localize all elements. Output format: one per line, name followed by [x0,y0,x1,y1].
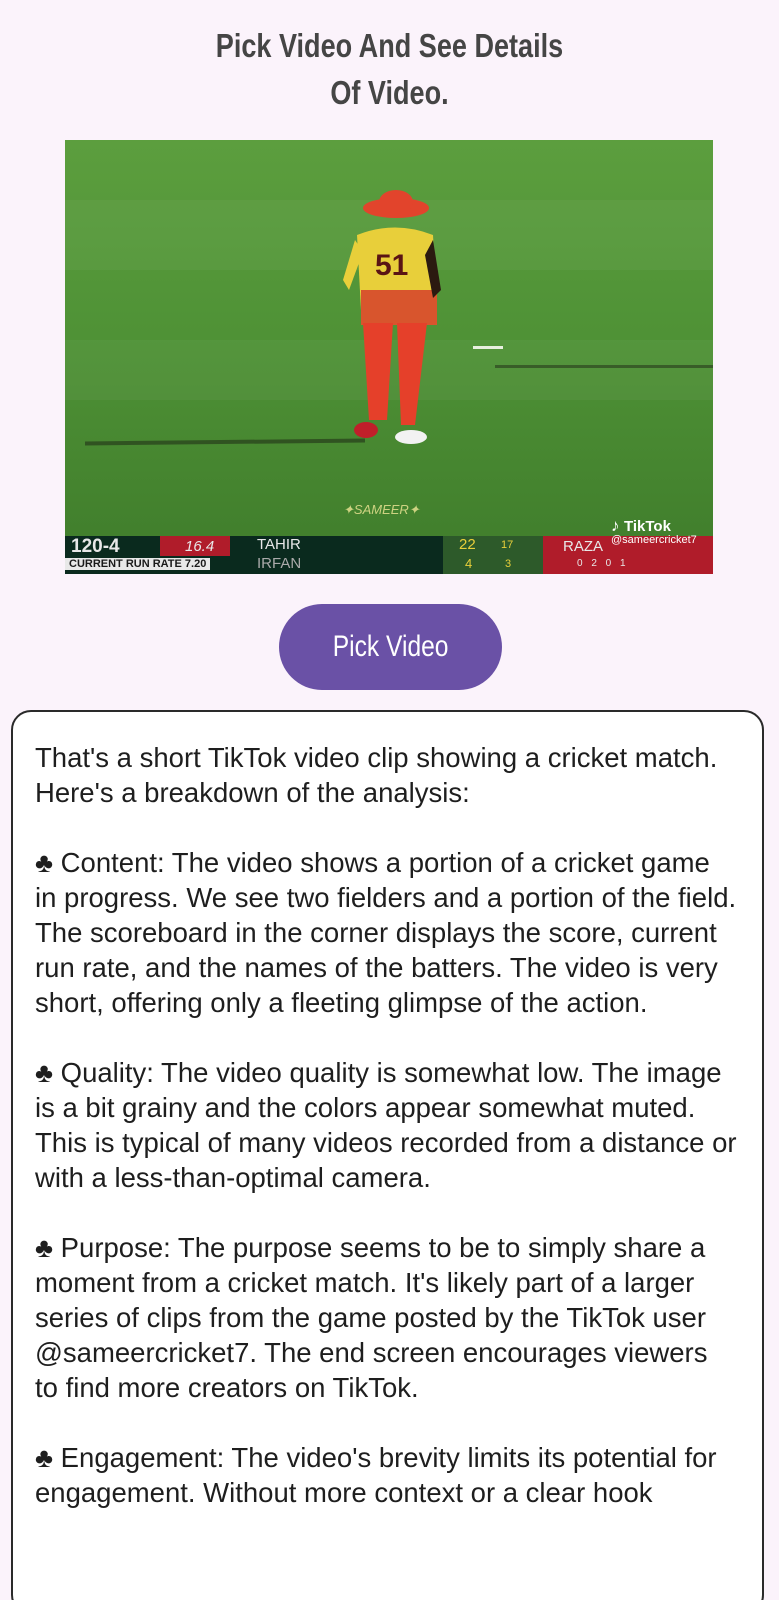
app-screen: Pick Video And See Details Of Video. 51 … [0,0,779,1600]
scoreboard-run-rate: CURRENT RUN RATE 7.20 [65,558,211,570]
scoreboard-batter-2: IRFAN [257,555,302,572]
tiktok-logo-icon: ♪ [611,516,620,535]
video-watermark: ✦SAMEER✦ [343,502,420,517]
scoreboard-batter-1: TAHIR [257,536,301,553]
player-number: 51 [375,249,408,282]
video-analysis-text: That's a short TikTok video clip showing… [35,742,737,1508]
scoreboard-score: 120-4 [71,536,120,557]
tiktok-handle: @sameercricket7 [611,534,697,546]
title-line-2: Of Video. [330,74,449,111]
scoreboard-overs: 16.4 [185,538,215,555]
scoreboard-balls-2: 3 [505,558,512,570]
scoreboard-balls-1: 17 [501,539,514,551]
title-line-1: Pick Video And See Details [215,27,564,64]
scoreboard-bowler-figures: 0 2 0 1 [577,558,629,569]
scoreboard-bowler: RAZA [563,538,604,555]
scoreboard-runs-2: 4 [465,556,473,571]
scoreboard-stats-bg [443,536,543,574]
video-analysis-panel[interactable]: That's a short TikTok video clip showing… [11,710,764,1600]
tiktok-label: TikTok [623,518,671,535]
pick-video-label: Pick Video [332,630,449,663]
tiktok-watermark: ♪ TikTok @sameercricket7 [611,516,697,546]
video-thumbnail: 51 ✦SAMEER✦ 120-4 16.4 CURRENT RUN RATE … [65,140,713,574]
scoreboard-runs-1: 22 [459,536,476,553]
page-title: Pick Video And See Details Of Video. [70,22,709,116]
pick-video-button[interactable]: Pick Video [279,604,502,690]
